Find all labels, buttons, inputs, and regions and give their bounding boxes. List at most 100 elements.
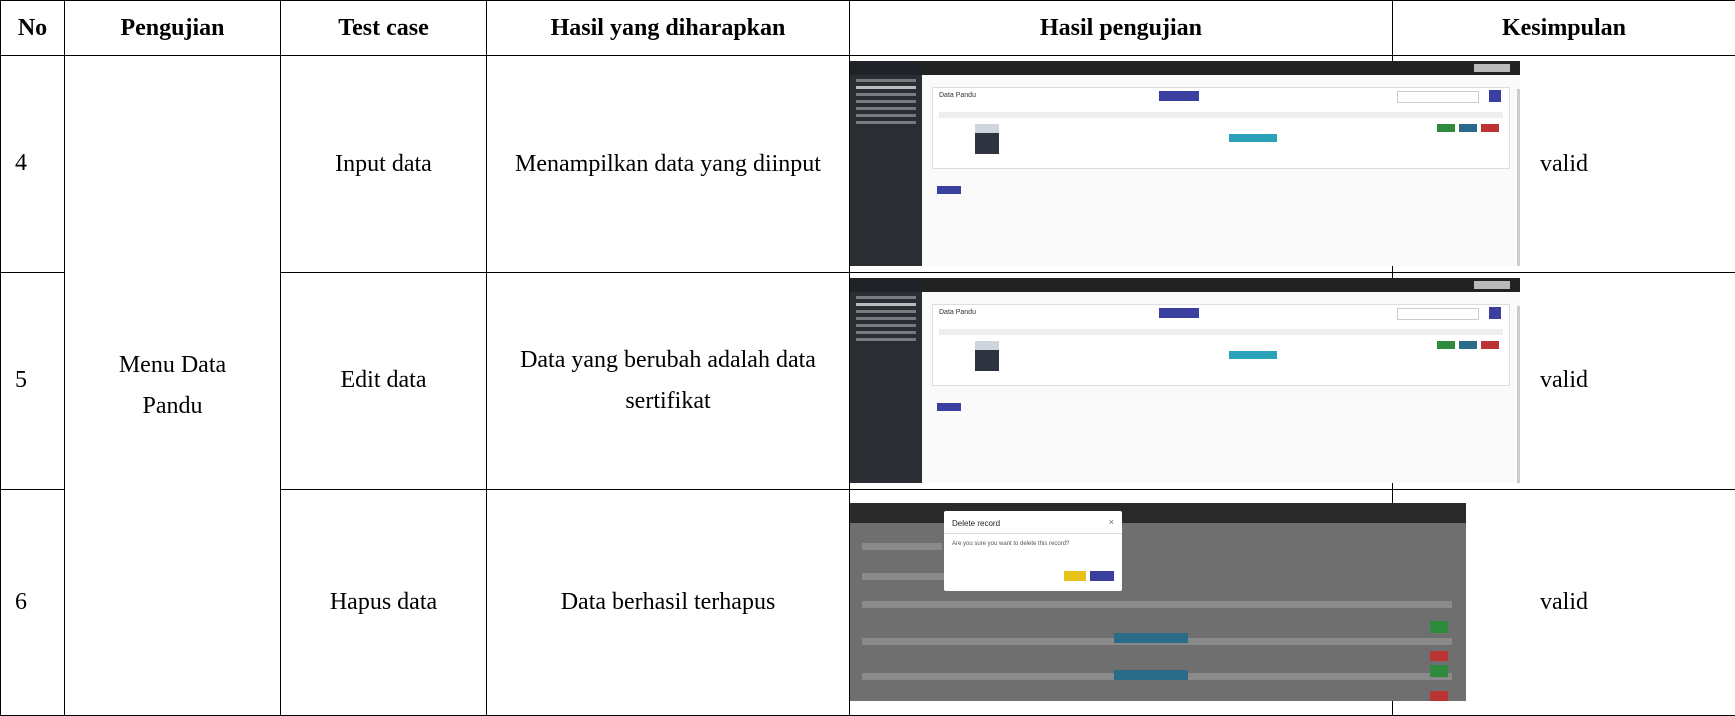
sidebar	[850, 61, 922, 267]
certificate-button	[1229, 134, 1277, 143]
main-content: Data Pandu	[922, 292, 1520, 484]
topbar	[922, 61, 1520, 76]
view-button	[1459, 341, 1477, 350]
table-row	[939, 124, 1503, 155]
admin-screenshot: Data Pandu	[850, 278, 1520, 484]
table-header	[862, 601, 1452, 609]
group-label: Menu Data Pandu	[64, 55, 281, 716]
header-row: No Pengujian Test case Hasil yang dihara…	[0, 0, 1735, 56]
group-label-line2: Pandu	[142, 392, 203, 419]
admin-screenshot: Data Pandu	[850, 61, 1520, 267]
test-results-table: No Pengujian Test case Hasil yang dihara…	[0, 0, 1735, 716]
scrollbar	[1517, 89, 1520, 267]
avatar	[975, 341, 999, 372]
close-icon: ×	[1108, 517, 1114, 528]
sidebar-brand	[850, 278, 922, 293]
search-icon	[1489, 307, 1501, 320]
sidebar-item	[856, 79, 916, 83]
header-no: No	[0, 0, 65, 56]
delete-button	[1430, 691, 1448, 702]
expected-line1: Menampilkan data yang diinput	[515, 150, 821, 177]
row-number: 5	[0, 271, 65, 490]
header-pengujian: Pengujian	[64, 0, 281, 56]
sidebar-item	[856, 296, 916, 300]
page-title-bar	[862, 543, 942, 551]
edit-button	[1430, 665, 1448, 678]
sidebar-item	[856, 310, 916, 314]
sidebar-item	[856, 317, 916, 321]
delete-dialog: Delete record × Are you sure you want to…	[944, 511, 1122, 592]
data-card: Data Pandu	[932, 304, 1510, 412]
sidebar-item	[856, 303, 916, 307]
delete-confirm-button	[1090, 571, 1114, 582]
dialog-title: Delete record	[952, 519, 1001, 529]
sidebar-item	[856, 324, 916, 328]
card-title: Data Pandu	[939, 92, 976, 100]
header-conclusion: Kesimpulan	[1392, 0, 1735, 56]
add-button	[1159, 308, 1199, 319]
avatar	[975, 124, 999, 155]
search-icon	[1489, 90, 1501, 103]
pagination-button	[937, 403, 961, 412]
filter-bar	[862, 573, 952, 581]
header-test-case: Test case	[280, 0, 487, 56]
sidebar-item	[856, 121, 916, 125]
result-screenshot: Delete record × Are you sure you want to…	[849, 488, 1466, 716]
sidebar	[850, 278, 922, 484]
cancel-button	[1064, 571, 1086, 582]
result-screenshot: Data Pandu	[849, 55, 1520, 273]
delete-screenshot: Delete record × Are you sure you want to…	[850, 503, 1466, 702]
sidebar-item	[856, 86, 916, 90]
table-header	[939, 112, 1503, 119]
topbar	[922, 278, 1520, 293]
sidebar-brand	[850, 61, 922, 76]
sidebar-item	[856, 331, 916, 335]
sidebar-item	[856, 100, 916, 104]
scrollbar	[1517, 306, 1520, 484]
table-header	[939, 329, 1503, 336]
pagination-button	[937, 186, 961, 195]
user-menu	[1474, 281, 1510, 290]
expected-line1: Data berhasil terhapus	[560, 588, 776, 615]
search-input	[1397, 308, 1479, 321]
header-result: Hasil pengujian	[849, 0, 1393, 56]
expected-result: Data yang berubah adalah data sertifikat	[486, 271, 850, 490]
sidebar-item	[856, 114, 916, 118]
expected-line1: Data yang berubah adalah data	[520, 346, 816, 373]
sidebar-item	[856, 338, 916, 342]
delete-button	[1430, 651, 1448, 662]
expected-result: Data berhasil terhapus	[486, 488, 850, 716]
topbar	[850, 503, 1466, 524]
edit-button	[1437, 124, 1455, 133]
view-button	[1459, 124, 1477, 133]
table-row	[939, 341, 1503, 372]
dialog-message: Are you sure you want to delete this rec…	[952, 541, 1070, 548]
result-screenshot: Data Pandu	[849, 271, 1520, 490]
card-title: Data Pandu	[939, 309, 976, 317]
dialog-divider	[944, 533, 1122, 535]
header-expected: Hasil yang diharapkan	[486, 0, 850, 56]
test-case: Input data	[280, 55, 487, 273]
delete-button	[1481, 124, 1499, 133]
sidebar-item	[856, 93, 916, 97]
expected-result: Menampilkan data yang diinput	[486, 55, 850, 273]
test-case: Edit data	[280, 271, 487, 490]
delete-button	[1481, 341, 1499, 350]
table-row: 4 Menu Data Pandu Input data Menampilkan…	[0, 55, 1735, 716]
data-card: Data Pandu	[932, 87, 1510, 195]
add-button	[1159, 91, 1199, 102]
expected-line2: sertifikat	[625, 387, 711, 414]
row-number: 4	[0, 55, 65, 273]
certificate-button	[1114, 670, 1188, 681]
edit-button	[1430, 621, 1448, 634]
user-menu	[1474, 64, 1510, 73]
row-number: 6	[0, 488, 65, 716]
edit-button	[1437, 341, 1455, 350]
search-input	[1397, 91, 1479, 104]
certificate-button	[1229, 351, 1277, 360]
test-case: Hapus data	[280, 488, 487, 716]
certificate-button	[1114, 633, 1188, 644]
main-content: Data Pandu	[922, 75, 1520, 267]
sidebar-item	[856, 107, 916, 111]
group-label-line1: Menu Data	[118, 351, 227, 378]
